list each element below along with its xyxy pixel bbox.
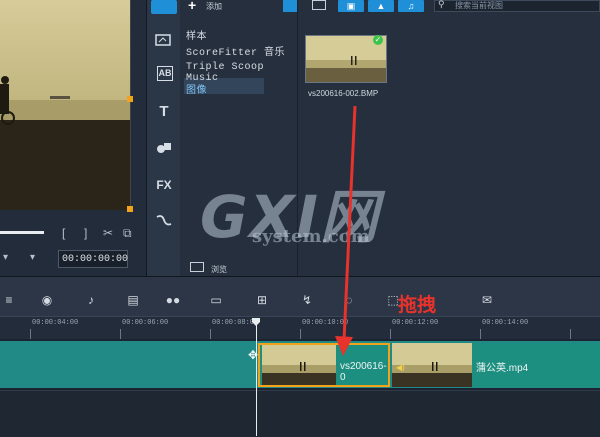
drag-arrow-overlay: [335, 105, 357, 356]
drag-annotation-label: 拖拽: [398, 294, 437, 316]
